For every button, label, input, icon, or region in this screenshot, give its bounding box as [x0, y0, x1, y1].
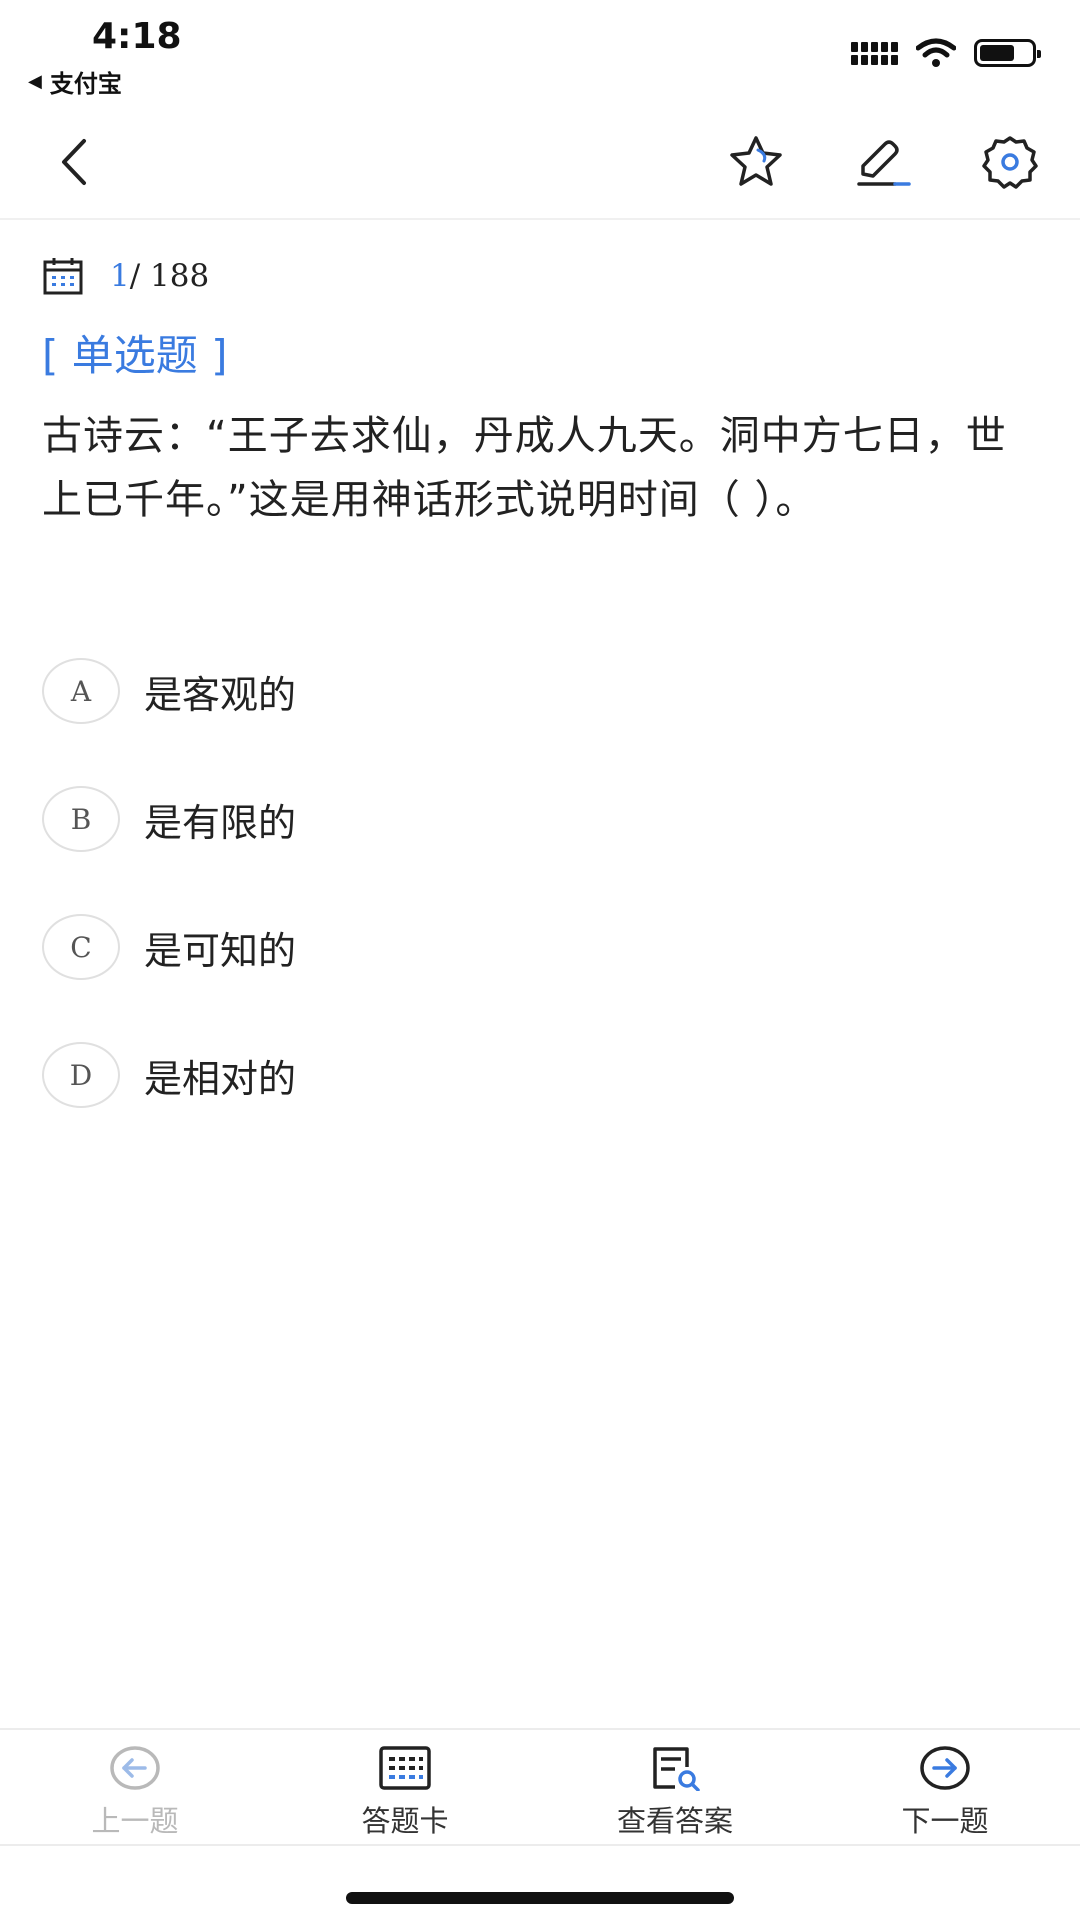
question-type-label: [ 单选题 ]	[42, 331, 228, 380]
option-text: 是可知的	[144, 928, 297, 973]
option-letter-badge: B	[42, 786, 120, 852]
settings-button[interactable]	[978, 130, 1042, 194]
status-icons	[851, 38, 1041, 68]
question-progress: 1/ 188	[42, 256, 209, 296]
view-answer-label: 查看答案	[616, 1804, 733, 1838]
back-to-app-button[interactable]: ◀ 支付宝	[28, 64, 122, 99]
option-d[interactable]: D 是相对的	[42, 1040, 942, 1110]
gear-icon	[982, 136, 1038, 189]
quiz-screen: 4:18 ◀ 支付宝 1/ 188 [单选题] 古诗云：“王子去求仙，丹成人…	[0, 0, 1080, 1920]
view-answer-icon	[653, 1747, 700, 1791]
bottom-toolbar: 上一题 答题卡 查看答案 下一题	[0, 1728, 1080, 1846]
arrow-right-circle-icon	[920, 1746, 970, 1790]
edit-icon	[857, 140, 911, 186]
favorite-button[interactable]	[724, 130, 788, 194]
view-answer-button[interactable]: 查看答案	[540, 1730, 810, 1844]
wifi-icon	[916, 38, 956, 67]
option-text: 是客观的	[144, 672, 297, 717]
back-triangle-icon: ◀	[28, 71, 42, 92]
prev-question-button[interactable]: 上一题	[0, 1730, 270, 1844]
prev-question-label: 上一题	[91, 1804, 179, 1838]
edit-button[interactable]	[852, 130, 916, 194]
answer-card-button[interactable]: 答题卡	[270, 1730, 540, 1844]
option-letter-badge: D	[42, 1042, 120, 1108]
battery-icon	[974, 39, 1041, 67]
next-question-label: 下一题	[901, 1804, 989, 1838]
answer-card-icon	[379, 1746, 431, 1790]
star-icon	[730, 136, 782, 186]
progress-current: 1	[110, 258, 130, 294]
back-app-label: 支付宝	[49, 70, 122, 98]
nav-bar	[0, 104, 1080, 220]
progress-total: / 188	[129, 258, 210, 294]
status-bar: 4:18 ◀ 支付宝	[0, 0, 1080, 100]
progress-text: 1/ 188	[110, 258, 209, 294]
arrow-left-circle-icon	[110, 1746, 160, 1790]
option-letter-badge: A	[42, 658, 120, 724]
question-text: 古诗云：“王子去求仙，丹成人九天。洞中方七日，世上已千年。”这是用神话形式说明时…	[42, 413, 1007, 523]
option-a[interactable]: A 是客观的	[42, 656, 942, 726]
answer-card-label: 答题卡	[361, 1804, 449, 1838]
back-button[interactable]	[42, 130, 106, 194]
status-time: 4:18	[92, 16, 182, 57]
next-question-button[interactable]: 下一题	[810, 1730, 1080, 1844]
option-b[interactable]: B 是有限的	[42, 784, 942, 854]
option-text: 是相对的	[144, 1056, 297, 1101]
option-c[interactable]: C 是可知的	[42, 912, 942, 982]
calendar-icon	[43, 258, 83, 295]
option-text: 是有限的	[144, 800, 297, 845]
chevron-left-icon	[62, 139, 86, 185]
home-indicator[interactable]	[346, 1892, 734, 1904]
option-letter-badge: C	[42, 914, 120, 980]
cellular-signal-icon	[851, 41, 898, 65]
